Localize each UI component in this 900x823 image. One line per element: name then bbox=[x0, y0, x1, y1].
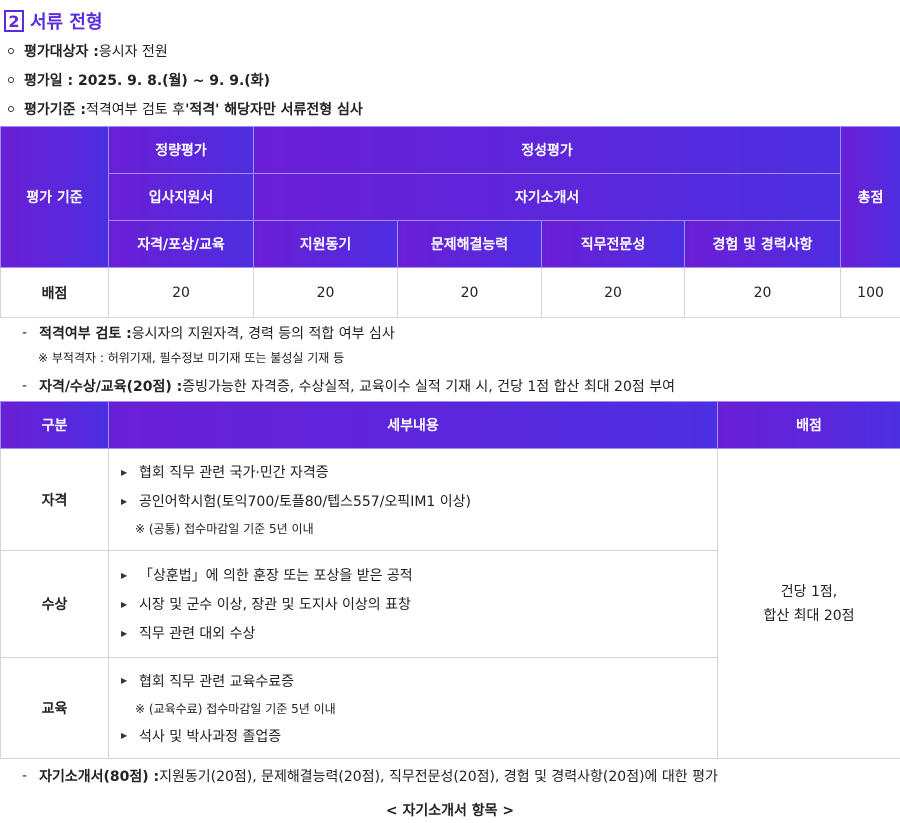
qualification-note: - 자격/수상/교육(20점) : 증빙가능한 자격증, 수상실적, 교육이수 … bbox=[22, 375, 675, 397]
total-score-cell: 100 bbox=[840, 267, 900, 318]
list-item: ▶ 공인어학시험(토익700/토플80/텝스557/오픽IM1 이상) bbox=[121, 487, 717, 516]
col-header: 직무전문성 bbox=[541, 220, 685, 268]
dash-marker: - bbox=[22, 768, 28, 784]
qual-header: 정성평가 bbox=[252, 126, 842, 174]
col-header: 문제해결능력 bbox=[397, 220, 542, 268]
bullet-label: 평가기준 : bbox=[24, 102, 86, 118]
score-cell: 20 bbox=[253, 267, 398, 318]
detail-header: 세부내용 bbox=[108, 401, 718, 449]
qualification-detail-table: 구분 세부내용 배점 자격 ▶ 협회 직무 관련 국가·민간 자격증 ▶ 공인어학시… bbox=[0, 401, 900, 759]
score-line-2: 합산 최대 20점 bbox=[763, 607, 855, 624]
detail-cell: ▶ 협회 직무 관련 국가·민간 자격증 ▶ 공인어학시험(토익700/토플80/텝… bbox=[108, 448, 718, 551]
list-item: ▶ 석사 및 박사과정 졸업증 bbox=[121, 721, 717, 750]
category-award: 수상 bbox=[0, 550, 109, 658]
bullet-dot-icon bbox=[8, 106, 14, 112]
score-cell: 20 bbox=[108, 267, 254, 318]
category-header: 구분 bbox=[0, 401, 109, 449]
triangle-bullet-icon: ▶ bbox=[121, 599, 128, 609]
note-label: 자기소개서(80점) : bbox=[39, 769, 160, 785]
note-text: 증빙가능한 자격증, 수상실적, 교육이수 실적 기재 시, 건당 1점 합산 … bbox=[182, 379, 675, 395]
bullet-criteria: 평가기준 : 적격여부 검토 후 '적격' 해당자만 서류전형 심사 bbox=[6, 98, 363, 120]
note-label: 적격여부 검토 : bbox=[39, 326, 132, 342]
bullet-dot-icon bbox=[8, 77, 14, 83]
col-header: 경험 및 경력사항 bbox=[683, 220, 842, 268]
ineligible-note: ※ 부적격자 : 허위기재, 필수정보 미기재 또는 불성실 기재 등 bbox=[38, 351, 345, 365]
item-text: 직무 관련 대외 수상 bbox=[139, 626, 256, 642]
section-heading: 2 서류 전형 bbox=[4, 8, 103, 34]
list-item: ▶ 직무 관련 대외 수상 bbox=[121, 619, 717, 648]
note-label: 자격/수상/교육(20점) : bbox=[39, 379, 183, 395]
item-text: 협회 직무 관련 국가·민간 자격증 bbox=[139, 465, 329, 481]
list-item: ▶ 시장 및 군수 이상, 장관 및 도지사 이상의 표창 bbox=[121, 590, 717, 619]
bullet-target: 평가대상자 : 응시자 전원 bbox=[6, 40, 168, 62]
score-cell: 20 bbox=[683, 267, 842, 318]
triangle-bullet-icon: ▶ bbox=[121, 676, 128, 685]
category-education: 교육 bbox=[0, 657, 109, 759]
application-header: 입사지원서 bbox=[108, 173, 254, 221]
score-header: 배점 bbox=[717, 401, 900, 449]
item-text: 협회 직무 관련 교육수료증 bbox=[139, 673, 295, 690]
self-intro-note: - 자기소개서(80점) : 지원동기(20점), 문제해결능력(20점), 직… bbox=[22, 765, 718, 787]
self-intro-items-caption: < 자기소개서 항목 > bbox=[385, 803, 515, 819]
bullet-label: 평가일 : 2025. 9. 8.(월) ~ 9. 9.(화) bbox=[24, 73, 270, 89]
list-item: ▶ 「상훈법」에 의한 훈장 또는 포상을 받은 공적 bbox=[121, 561, 717, 590]
bullet-emphasis: '적격' 해당자만 서류전형 심사 bbox=[185, 102, 363, 118]
bullet-date: 평가일 : 2025. 9. 8.(월) ~ 9. 9.(화) bbox=[6, 69, 270, 91]
bullet-text: 응시자 전원 bbox=[98, 44, 168, 60]
eligibility-note: - 적격여부 검토 : 응시자의 지원자격, 경력 등의 적합 여부 심사 bbox=[22, 322, 395, 344]
section-title: 서류 전형 bbox=[30, 12, 103, 33]
item-text: 공인어학시험(토익700/토플80/텝스557/오픽IM1 이상) bbox=[139, 494, 471, 510]
triangle-bullet-icon: ▶ bbox=[121, 467, 128, 477]
score-cell: 건당 1점, 합산 최대 20점 bbox=[717, 448, 900, 759]
col-header: 자격/포상/교육 bbox=[108, 220, 254, 268]
list-item: ▶ 협회 직무 관련 국가·민간 자격증 bbox=[121, 458, 717, 487]
item-text: 「상훈법」에 의한 훈장 또는 포상을 받은 공적 bbox=[139, 568, 413, 584]
note-text: 응시자의 지원자격, 경력 등의 적합 여부 심사 bbox=[131, 326, 395, 342]
score-line-1: 건당 1점, bbox=[780, 583, 838, 600]
evaluation-criteria-table: 평가 기준 정량평가 정성평가 총점 입사지원서 자기소개서 자격/포상/교육 … bbox=[0, 126, 900, 318]
bullet-dot-icon bbox=[8, 48, 14, 54]
bullet-label: 평가대상자 : bbox=[24, 44, 99, 60]
total-header: 총점 bbox=[840, 126, 900, 268]
category-qualification: 자격 bbox=[0, 448, 109, 551]
dash-marker: - bbox=[22, 378, 28, 394]
triangle-bullet-icon: ▶ bbox=[121, 628, 128, 638]
self-intro-header: 자기소개서 bbox=[252, 173, 842, 221]
score-cell: 20 bbox=[397, 267, 542, 318]
item-text: 시장 및 군수 이상, 장관 및 도지사 이상의 표창 bbox=[139, 597, 411, 613]
score-cell: 20 bbox=[541, 267, 685, 318]
item-text: 석사 및 박사과정 졸업증 bbox=[139, 728, 282, 745]
detail-cell: ▶ 「상훈법」에 의한 훈장 또는 포상을 받은 공적 ▶ 시장 및 군수 이상, … bbox=[108, 550, 718, 658]
item-note: ※ (교육수료) 접수마감일 기준 5년 이내 bbox=[135, 701, 336, 716]
list-item: ▶ 협회 직무 관련 교육수료증 bbox=[121, 666, 717, 695]
quant-header: 정량평가 bbox=[108, 126, 254, 174]
triangle-bullet-icon: ▶ bbox=[121, 570, 128, 580]
detail-cell: ▶ 협회 직무 관련 교육수료증 ※ (교육수료) 접수마감일 기준 5년 이내 … bbox=[108, 657, 718, 759]
triangle-bullet-icon: ▶ bbox=[121, 496, 128, 506]
col-header: 지원동기 bbox=[253, 220, 398, 268]
item-note: ※ (공통) 접수마감일 기준 5년 이내 bbox=[135, 522, 314, 536]
section-number: 2 bbox=[4, 10, 24, 32]
triangle-bullet-icon: ▶ bbox=[121, 731, 128, 740]
score-row-label: 배점 bbox=[0, 267, 109, 318]
bullet-text: 적격여부 검토 후 bbox=[86, 102, 186, 118]
dash-marker: - bbox=[22, 325, 28, 341]
criteria-header: 평가 기준 bbox=[0, 126, 109, 268]
note-text: 지원동기(20점), 문제해결능력(20점), 직무전문성(20점), 경험 및… bbox=[159, 769, 718, 785]
